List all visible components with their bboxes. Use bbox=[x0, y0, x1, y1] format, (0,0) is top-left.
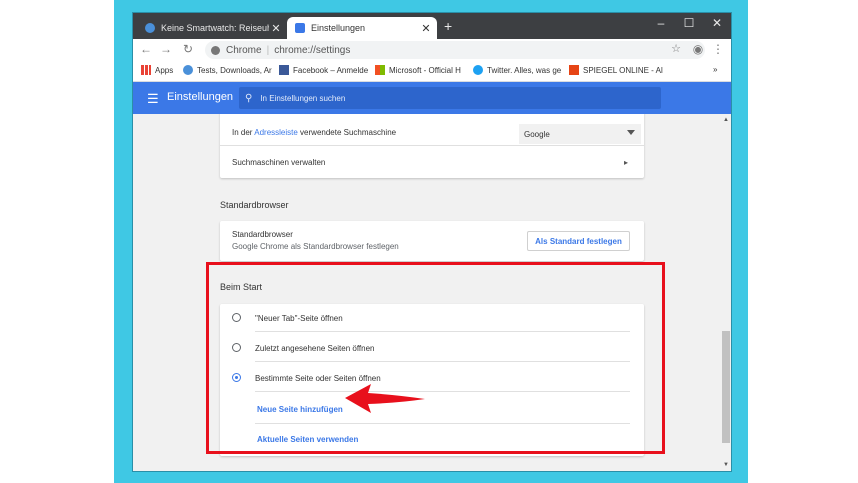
set-default-button[interactable]: Als Standard festlegen bbox=[527, 231, 630, 251]
apps-grid-icon bbox=[141, 65, 151, 75]
tab-label: Keine Smartwatch: Reiseuhr von bbox=[161, 23, 269, 33]
bookmarks-overflow-button[interactable]: » bbox=[713, 65, 717, 74]
title-bar: Keine Smartwatch: Reiseuhr von ✕ Einstel… bbox=[133, 13, 731, 39]
close-window-button[interactable]: ✕ bbox=[707, 16, 727, 30]
back-arrow-icon[interactable]: ← bbox=[139, 42, 153, 56]
tab-smartwatch[interactable]: Keine Smartwatch: Reiseuhr von ✕ bbox=[137, 17, 287, 39]
bookmark-facebook[interactable]: Facebook – Anmelde bbox=[279, 65, 368, 75]
reload-icon[interactable]: ↻ bbox=[181, 42, 195, 56]
bookmark-label: Tests, Downloads, Ar bbox=[197, 65, 272, 75]
search-engine-card: In der Adressleiste verwendete Suchmasch… bbox=[220, 114, 644, 178]
scroll-down-icon[interactable]: ▼ bbox=[721, 462, 731, 468]
tab-label: Einstellungen bbox=[311, 23, 366, 33]
gear-icon bbox=[295, 23, 305, 33]
bookmark-label: Twitter. Alles, was ge bbox=[487, 65, 562, 75]
bookmark-microsoft[interactable]: Microsoft - Official H bbox=[375, 65, 461, 75]
maximize-button[interactable]: ☐ bbox=[679, 16, 699, 30]
highlight-box bbox=[206, 262, 665, 454]
search-icon: ⚲ bbox=[245, 92, 253, 104]
default-browser-card: Standardbrowser Google Chrome als Standa… bbox=[220, 221, 644, 261]
bookmark-spiegel[interactable]: SPIEGEL ONLINE - Al bbox=[569, 65, 663, 75]
url-text: chrome://settings bbox=[274, 44, 351, 56]
toolbar: ← → ↻ Chrome | chrome://settings ☆ ◉ ⋮ bbox=[133, 39, 731, 61]
hamburger-menu-icon[interactable]: ☰ bbox=[147, 91, 159, 107]
minimize-button[interactable]: – bbox=[651, 16, 671, 30]
settings-header: ☰ Einstellungen ⚲ In Einstellungen suche… bbox=[133, 82, 731, 114]
bookmark-label: SPIEGEL ONLINE - Al bbox=[583, 65, 663, 75]
site-favicon-icon bbox=[145, 23, 155, 33]
address-bar-link[interactable]: Adressleiste bbox=[254, 128, 298, 137]
tab-close-icon[interactable]: ✕ bbox=[269, 22, 283, 35]
manage-search-engines-label: Suchmaschinen verwalten bbox=[232, 158, 326, 167]
search-engine-selected: Google bbox=[524, 129, 550, 139]
settings-search-input[interactable]: ⚲ In Einstellungen suchen bbox=[239, 87, 661, 109]
scrollbar-thumb[interactable] bbox=[722, 331, 730, 443]
bookmark-tests[interactable]: Tests, Downloads, Ar bbox=[183, 65, 272, 75]
chrome-logo-icon bbox=[211, 45, 220, 55]
url-separator: | bbox=[266, 44, 270, 56]
search-engine-row: In der Adressleiste verwendete Suchmasch… bbox=[232, 124, 641, 144]
star-icon[interactable]: ☆ bbox=[669, 42, 683, 55]
search-engine-label: In der bbox=[232, 128, 255, 137]
search-placeholder: In Einstellungen suchen bbox=[260, 93, 346, 103]
facebook-icon bbox=[279, 65, 289, 75]
bookmark-label: Apps bbox=[155, 65, 174, 75]
red-arrow-icon bbox=[345, 384, 425, 413]
tab-settings[interactable]: Einstellungen ✕ bbox=[287, 17, 437, 39]
address-bar[interactable]: Chrome | chrome://settings bbox=[205, 41, 705, 59]
bookmark-label: Microsoft - Official H bbox=[389, 65, 461, 75]
chrome-label: Chrome bbox=[226, 44, 262, 56]
bookmarks-bar: Apps Tests, Downloads, Ar Facebook – Anm… bbox=[133, 61, 731, 82]
chevron-down-icon bbox=[627, 130, 635, 135]
default-browser-section-title: Standardbrowser bbox=[220, 200, 289, 210]
manage-search-engines-row[interactable]: Suchmaschinen verwalten ▸ bbox=[232, 158, 644, 167]
spiegel-icon bbox=[569, 65, 579, 75]
search-engine-label-suffix: verwendete Suchmaschine bbox=[297, 128, 397, 137]
menu-dots-icon[interactable]: ⋮ bbox=[711, 42, 725, 56]
tab-close-icon[interactable]: ✕ bbox=[419, 22, 433, 35]
microsoft-icon bbox=[375, 65, 385, 75]
new-tab-button[interactable]: + bbox=[444, 18, 452, 34]
divider bbox=[220, 145, 644, 146]
site-favicon-icon bbox=[183, 65, 193, 75]
default-browser-title: Standardbrowser bbox=[232, 230, 293, 239]
forward-arrow-icon[interactable]: → bbox=[159, 42, 173, 56]
chevron-right-icon: ▸ bbox=[624, 158, 629, 167]
bookmark-twitter[interactable]: Twitter. Alles, was ge bbox=[473, 65, 561, 75]
bookmark-label: Facebook – Anmelde bbox=[293, 65, 369, 75]
twitter-icon bbox=[473, 65, 483, 75]
page-title: Einstellungen bbox=[167, 91, 234, 103]
search-engine-select[interactable]: Google bbox=[519, 124, 641, 144]
profile-icon[interactable]: ◉ bbox=[691, 42, 705, 56]
bookmark-apps[interactable]: Apps bbox=[141, 65, 173, 75]
scroll-up-icon[interactable]: ▲ bbox=[721, 117, 731, 123]
scrollbar[interactable]: ▲ ▼ bbox=[721, 114, 731, 471]
default-browser-subtitle: Google Chrome als Standardbrowser festle… bbox=[232, 242, 399, 251]
